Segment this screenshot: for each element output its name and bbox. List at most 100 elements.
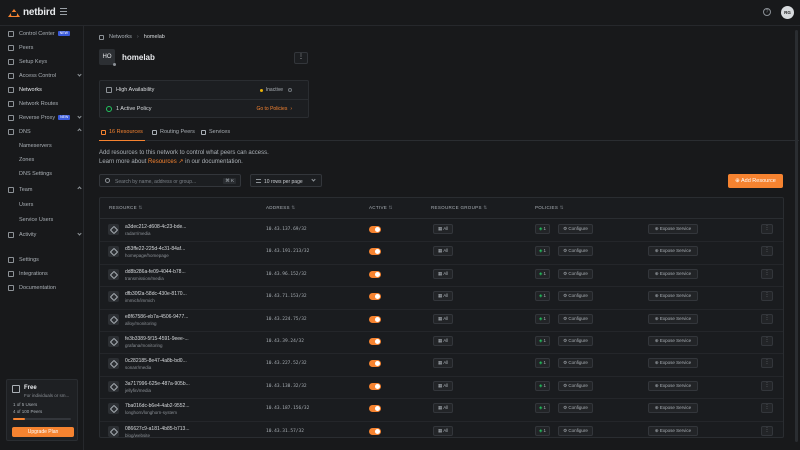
sidebar-item-integrations[interactable]: Integrations <box>0 268 84 280</box>
policies-badge[interactable]: ◈1 <box>535 291 550 302</box>
sidebar-item-dns-settings[interactable]: DNS Settings <box>0 168 84 180</box>
go-to-policies-link[interactable]: Go to Policies › <box>256 106 292 112</box>
tab-services[interactable]: Services <box>201 129 230 135</box>
active-toggle[interactable] <box>369 293 381 301</box>
policies-badge[interactable]: ◈1 <box>535 268 550 279</box>
table-row[interactable]: a3dec212-d608-4c23-bde... radarr/media 10.… <box>100 219 783 241</box>
breadcrumb-networks[interactable]: Networks <box>109 34 132 40</box>
sidebar-item-team[interactable]: Team <box>0 184 84 196</box>
search-input[interactable]: Search by name, address or group... ⌘ K <box>99 174 241 187</box>
resources-docs-link[interactable]: Resources <box>148 159 177 165</box>
resource-group-badge[interactable]: ▦ All <box>433 291 454 302</box>
menu-icon[interactable] <box>60 8 67 15</box>
expose-service-button[interactable]: ⊕ Expose Service <box>648 268 698 279</box>
network-options-button[interactable]: ⋮ <box>294 52 308 64</box>
active-toggle[interactable] <box>369 360 381 368</box>
row-options-button[interactable]: ⋮ <box>761 380 773 391</box>
sidebar-item-reverse-proxy[interactable]: Reverse Proxy NEW <box>0 112 84 124</box>
table-row[interactable]: 3a717996-625e-487a-905b... jellyfin/media… <box>100 376 783 398</box>
sidebar-item-peers[interactable]: Peers <box>0 42 84 54</box>
expose-service-button[interactable]: ⊕ Expose Service <box>648 425 698 436</box>
info-icon[interactable] <box>288 88 292 92</box>
row-options-button[interactable]: ⋮ <box>761 425 773 436</box>
resource-group-badge[interactable]: ▦ All <box>433 358 454 369</box>
row-options-button[interactable]: ⋮ <box>761 268 773 279</box>
policies-badge[interactable]: ◈1 <box>535 313 550 324</box>
sidebar-item-access-control[interactable]: Access Control <box>0 70 84 82</box>
sidebar-item-documentation[interactable]: Documentation <box>0 282 84 294</box>
configure-button[interactable]: ⚙ Configure <box>558 336 593 346</box>
row-options-button[interactable]: ⋮ <box>761 358 773 369</box>
sidebar-item-nameservers[interactable]: Nameservers <box>0 140 84 152</box>
configure-button[interactable]: ⚙ Configure <box>558 246 593 257</box>
active-toggle[interactable] <box>369 315 381 323</box>
policies-badge[interactable]: ◈1 <box>535 403 550 414</box>
expose-service-button[interactable]: ⊕ Expose Service <box>648 246 698 257</box>
row-options-button[interactable]: ⋮ <box>761 224 773 234</box>
table-row[interactable]: e8f67586-eb7a-4506-9477... alloy/monitori… <box>100 309 783 331</box>
configure-button[interactable]: ⚙ Configure <box>558 380 593 391</box>
expose-service-button[interactable]: ⊕ Expose Service <box>648 403 698 414</box>
column-header-resource[interactable]: RESOURCE <box>109 205 143 211</box>
configure-button[interactable]: ⚙ Configure <box>558 224 593 234</box>
resource-group-badge[interactable]: ▦ All <box>433 380 454 391</box>
configure-button[interactable]: ⚙ Configure <box>558 268 593 279</box>
configure-button[interactable]: ⚙ Configure <box>558 313 593 324</box>
resource-group-badge[interactable]: ▦ All <box>433 336 454 346</box>
column-header-address[interactable]: ADDRESS <box>266 205 295 211</box>
active-toggle[interactable] <box>369 270 381 278</box>
sidebar-item-zones[interactable]: Zones <box>0 154 84 166</box>
policies-badge[interactable]: ◈1 <box>535 358 550 369</box>
active-toggle[interactable] <box>369 226 381 233</box>
expose-service-button[interactable]: ⊕ Expose Service <box>648 291 698 302</box>
row-options-button[interactable]: ⋮ <box>761 246 773 257</box>
policies-badge[interactable]: ◈1 <box>535 224 550 234</box>
resource-group-badge[interactable]: ▦ All <box>433 425 454 436</box>
configure-button[interactable]: ⚙ Configure <box>558 358 593 369</box>
sidebar-item-setup-keys[interactable]: Setup Keys <box>0 56 84 68</box>
expose-service-button[interactable]: ⊕ Expose Service <box>648 380 698 391</box>
resource-group-badge[interactable]: ▦ All <box>433 224 454 234</box>
sidebar-item-network-routes[interactable]: Network Routes <box>0 98 84 110</box>
resource-group-badge[interactable]: ▦ All <box>433 268 454 279</box>
table-row[interactable]: 0c282185-8e47-4a8b-bd0... sonarr/media 10.… <box>100 353 783 375</box>
scrollbar[interactable] <box>795 30 798 442</box>
policies-badge[interactable]: ◈1 <box>535 336 550 346</box>
sidebar-item-networks[interactable]: Networks <box>0 84 84 96</box>
sidebar-item-activity[interactable]: Activity <box>0 229 84 241</box>
expose-service-button[interactable]: ⊕ Expose Service <box>648 336 698 346</box>
row-options-button[interactable]: ⋮ <box>761 313 773 324</box>
configure-button[interactable]: ⚙ Configure <box>558 291 593 302</box>
sidebar-item-control-center[interactable]: Control Center NEW <box>0 28 84 40</box>
column-header-active[interactable]: ACTIVE <box>369 205 393 211</box>
table-row[interactable]: fe3b3389-5f15-4591-9eee-... grafana/monit… <box>100 331 783 353</box>
rows-per-page-select[interactable]: 10 rows per page <box>250 174 322 187</box>
table-row[interactable]: 7ba016dc-b6e4-4ab2-9552... longhorn/longh… <box>100 398 783 420</box>
sidebar-item-users[interactable]: Users <box>0 199 84 211</box>
tab-routing-peers[interactable]: Routing Peers <box>152 129 195 135</box>
table-row[interactable]: dfb30f2a-58dc-430e-8170... immich/immich 1… <box>100 286 783 308</box>
column-header-resource-groups[interactable]: RESOURCE GROUPS <box>431 205 487 211</box>
expose-service-button[interactable]: ⊕ Expose Service <box>648 358 698 369</box>
upgrade-plan-button[interactable]: Upgrade Plan <box>12 427 74 437</box>
table-row[interactable]: 086627c9-a181-4b85-b713... blog/website 10… <box>100 421 783 443</box>
column-header-policies[interactable]: POLICIES <box>535 205 564 211</box>
active-toggle[interactable] <box>369 427 381 435</box>
policies-badge[interactable]: ◈1 <box>535 246 550 257</box>
row-options-button[interactable]: ⋮ <box>761 336 773 346</box>
sidebar-item-dns[interactable]: DNS <box>0 126 84 138</box>
help-icon[interactable]: ? <box>763 8 771 16</box>
active-toggle[interactable] <box>369 405 381 413</box>
active-toggle[interactable] <box>369 248 381 256</box>
resource-group-badge[interactable]: ▦ All <box>433 403 454 414</box>
row-options-button[interactable]: ⋮ <box>761 403 773 414</box>
policies-badge[interactable]: ◈1 <box>535 425 550 436</box>
sidebar-item-settings[interactable]: Settings <box>0 254 84 266</box>
policies-badge[interactable]: ◈1 <box>535 380 550 391</box>
sidebar-item-service-users[interactable]: Service Users <box>0 214 84 226</box>
expose-service-button[interactable]: ⊕ Expose Service <box>648 224 698 234</box>
table-row[interactable]: d53ffe22-225d-4c31-84af... homepage/homep… <box>100 241 783 263</box>
add-resource-button[interactable]: ⊕ Add Resource <box>728 174 783 188</box>
row-options-button[interactable]: ⋮ <box>761 291 773 302</box>
avatar[interactable]: RG <box>781 6 794 19</box>
